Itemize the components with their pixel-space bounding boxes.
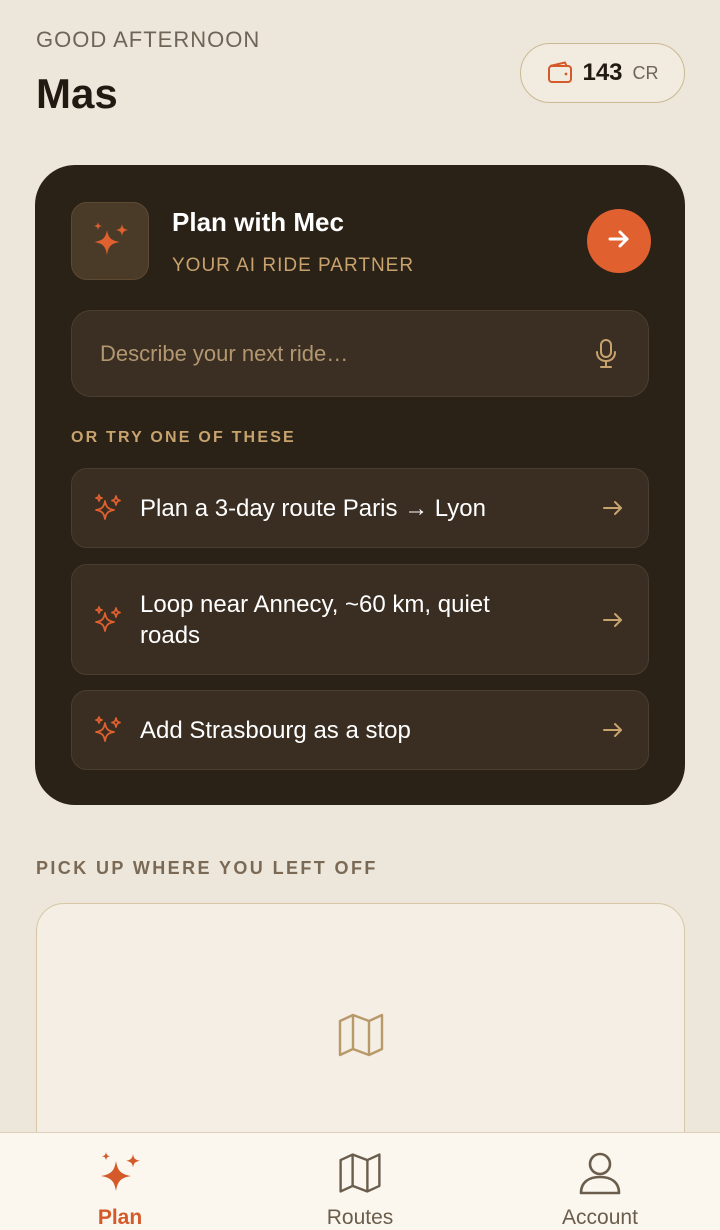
user-name: Mas	[36, 70, 118, 117]
tab-label: Plan	[97, 1206, 143, 1229]
suggestions-heading: OR TRY ONE OF THESE	[71, 429, 296, 446]
tab-label: Account	[562, 1206, 638, 1229]
tab-account[interactable]: Account	[510, 1133, 690, 1230]
ride-description-input[interactable]	[100, 340, 592, 367]
suggestion-item[interactable]: Add Strasbourg as a stop	[71, 690, 649, 770]
ride-description-field[interactable]	[71, 310, 649, 397]
resume-section-heading: PICK UP WHERE YOU LEFT OFF	[36, 858, 378, 878]
sparkles-icon	[92, 604, 124, 636]
map-icon	[335, 1009, 387, 1061]
suggestion-item[interactable]: Loop near Annecy, ~60 km, quiet roads	[71, 564, 649, 675]
bottom-tab-bar: Plan Routes Account	[0, 1132, 720, 1230]
suggestion-label: Loop near Annecy, ~60 km, quiet roads	[140, 590, 490, 649]
ai-planner-card: Plan with Mec YOUR AI RIDE PARTNER OR TR…	[35, 165, 685, 805]
credits-unit: CR	[632, 62, 659, 83]
sparkles-icon	[92, 714, 124, 746]
user-icon	[574, 1147, 626, 1199]
wallet-icon	[546, 59, 574, 87]
suggestion-label: Plan a 3-day route Paris → Lyon	[140, 494, 486, 522]
tab-label: Routes	[326, 1206, 394, 1229]
credits-amount: 143	[582, 59, 623, 86]
tab-routes[interactable]: Routes	[270, 1133, 450, 1230]
sparkles-icon	[94, 1147, 146, 1199]
sparkles-icon	[71, 202, 149, 280]
microphone-icon[interactable]	[592, 338, 620, 370]
start-planning-button[interactable]	[587, 209, 651, 273]
credits-badge[interactable]: 143 CR	[520, 43, 685, 103]
ai-card-subtitle: YOUR AI RIDE PARTNER	[172, 255, 415, 276]
arrow-right-icon	[605, 225, 633, 258]
suggestion-item[interactable]: Plan a 3-day route Paris → Lyon	[71, 468, 649, 548]
ai-card-title: Plan with Mec	[172, 207, 344, 237]
sparkles-icon	[92, 492, 124, 524]
arrow-right-icon	[600, 717, 626, 743]
suggestion-label: Add Strasbourg as a stop	[140, 716, 411, 744]
home-screen: GOOD AFTERNOON Mas 143 CR Plan with Mec …	[0, 0, 720, 1230]
arrow-right-icon	[600, 607, 626, 633]
greeting-text: GOOD AFTERNOON	[36, 27, 261, 52]
tab-plan[interactable]: Plan	[30, 1133, 210, 1230]
map-icon	[334, 1147, 386, 1199]
arrow-right-icon	[600, 495, 626, 521]
